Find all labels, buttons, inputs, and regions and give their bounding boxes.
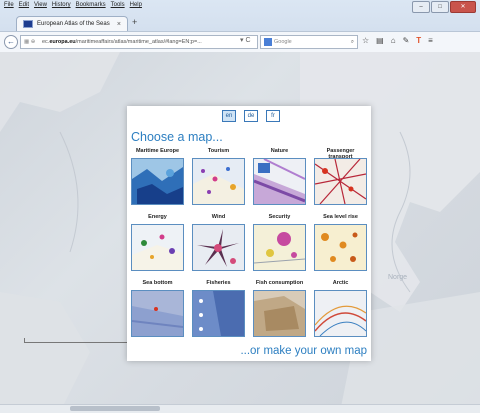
menu-view[interactable]: View xyxy=(34,2,47,14)
map-tile-maritime-europe[interactable]: Maritime Europe xyxy=(131,148,184,205)
map-tile-label: Wind xyxy=(211,214,226,220)
sea-bottom-thumbnail xyxy=(131,290,184,337)
map-chooser-panel: en de fr Choose a map... Maritime Europe… xyxy=(127,106,371,361)
menu-file[interactable]: File xyxy=(4,2,14,14)
maximize-button[interactable]: □ xyxy=(431,1,449,13)
url-bar[interactable]: ▦ ⊕ ec.europa.eu/maritimeaffairs/atlas/ma… xyxy=(20,35,258,49)
language-selector: en de fr xyxy=(222,110,280,122)
fish-consumption-thumbnail xyxy=(253,290,306,337)
energy-thumbnail xyxy=(131,224,184,271)
url-domain: europa.eu xyxy=(49,39,76,45)
back-arrow-icon: ← xyxy=(7,37,15,46)
menu-bookmarks[interactable]: Bookmarks xyxy=(76,2,106,14)
lang-fr-button[interactable]: fr xyxy=(266,110,280,122)
map-tile-label: Fish consumption xyxy=(255,280,304,286)
reload-icon[interactable]: ▾ C xyxy=(240,35,251,47)
menu-bar: File Edit View History Bookmarks Tools H… xyxy=(4,2,142,14)
home-icon[interactable]: ⌂ xyxy=(391,35,396,47)
map-tile-tourism[interactable]: Tourism xyxy=(192,148,245,205)
page-info-icon: ▦ ⊕ xyxy=(24,39,36,45)
passenger-transport-thumbnail xyxy=(314,158,367,205)
menu-icon[interactable]: ≡ xyxy=(428,35,433,47)
nature-thumbnail xyxy=(253,158,306,205)
sea-level-rise-thumbnail xyxy=(314,224,367,271)
wind-thumbnail xyxy=(192,224,245,271)
browser-chrome: File Edit View History Bookmarks Tools H… xyxy=(0,0,480,53)
menu-help[interactable]: Help xyxy=(130,2,142,14)
choose-map-heading: Choose a map... xyxy=(131,130,223,144)
map-tile-label: Nature xyxy=(270,148,289,154)
translate-icon[interactable]: T xyxy=(416,35,421,47)
map-tile-energy[interactable]: Energy xyxy=(131,214,184,271)
close-window-button[interactable]: ✕ xyxy=(450,1,476,13)
url-path: /maritimeaffairs/atlas/maritime_atlas/#l… xyxy=(75,39,202,45)
map-tile-wind[interactable]: Wind xyxy=(192,214,245,271)
tab-title: European Atlas of the Seas xyxy=(37,21,110,27)
navigation-bar: ← ▦ ⊕ ec.europa.eu/maritimeaffairs/atlas/… xyxy=(0,31,480,52)
map-tile-label: Maritime Europe xyxy=(135,148,180,154)
arctic-thumbnail xyxy=(314,290,367,337)
map-tile-fish-consumption[interactable]: Fish consumption xyxy=(253,280,306,337)
scale-bar xyxy=(24,338,136,343)
map-tile-label: Sea level rise xyxy=(323,214,358,220)
browser-tab[interactable]: European Atlas of the Seas × xyxy=(16,16,128,31)
new-tab-button[interactable]: + xyxy=(132,17,137,27)
toolbar-icons: ☆ ▤ ⌂ ✎ T ≡ xyxy=(362,35,433,47)
map-tile-label: Energy xyxy=(148,214,167,220)
clipboard-icon[interactable]: ▤ xyxy=(376,35,384,47)
window-controls: – □ ✕ xyxy=(412,1,476,13)
map-tile-passenger-transport[interactable]: Passenger transport xyxy=(314,148,367,205)
maritime-europe-thumbnail xyxy=(131,158,184,205)
bookmark-star-icon[interactable]: ☆ xyxy=(362,35,369,47)
make-your-own-map-link[interactable]: ...or make your own map xyxy=(240,345,367,357)
map-grid: Maritime Europe Tourism Nature Passenger… xyxy=(131,148,367,338)
menu-history[interactable]: History xyxy=(52,2,71,14)
tourism-thumbnail xyxy=(192,158,245,205)
tab-close-icon[interactable]: × xyxy=(117,21,121,28)
map-tile-nature[interactable]: Nature xyxy=(253,148,306,205)
fisheries-thumbnail xyxy=(192,290,245,337)
search-placeholder: Google xyxy=(274,39,292,45)
map-place-label: Norge xyxy=(388,274,408,281)
lang-de-button[interactable]: de xyxy=(244,110,258,122)
addon-icon[interactable]: ✎ xyxy=(403,35,410,47)
map-tile-label: Arctic xyxy=(332,280,349,286)
map-tile-label: Sea bottom xyxy=(142,280,173,286)
map-tile-label: Fisheries xyxy=(206,280,231,286)
map-tile-fisheries[interactable]: Fisheries xyxy=(192,280,245,337)
back-button[interactable]: ← xyxy=(4,35,18,49)
google-icon xyxy=(264,38,272,46)
lang-en-button[interactable]: en xyxy=(222,110,236,122)
search-icon[interactable]: ⌕ xyxy=(351,36,354,48)
map-tile-label: Tourism xyxy=(207,148,230,154)
security-thumbnail xyxy=(253,224,306,271)
map-tile-arctic[interactable]: Arctic xyxy=(314,280,367,337)
map-tile-sea-level-rise[interactable]: Sea level rise xyxy=(314,214,367,271)
eu-flag-icon xyxy=(23,20,33,28)
map-tile-label: Security xyxy=(268,214,291,220)
minimize-button[interactable]: – xyxy=(412,1,430,13)
map-tile-sea-bottom[interactable]: Sea bottom xyxy=(131,280,184,337)
scroll-thumb[interactable] xyxy=(70,406,160,411)
map-tile-security[interactable]: Security xyxy=(253,214,306,271)
menu-edit[interactable]: Edit xyxy=(19,2,29,14)
menu-tools[interactable]: Tools xyxy=(111,2,125,14)
search-bar[interactable]: Google ⌕ xyxy=(260,35,358,49)
